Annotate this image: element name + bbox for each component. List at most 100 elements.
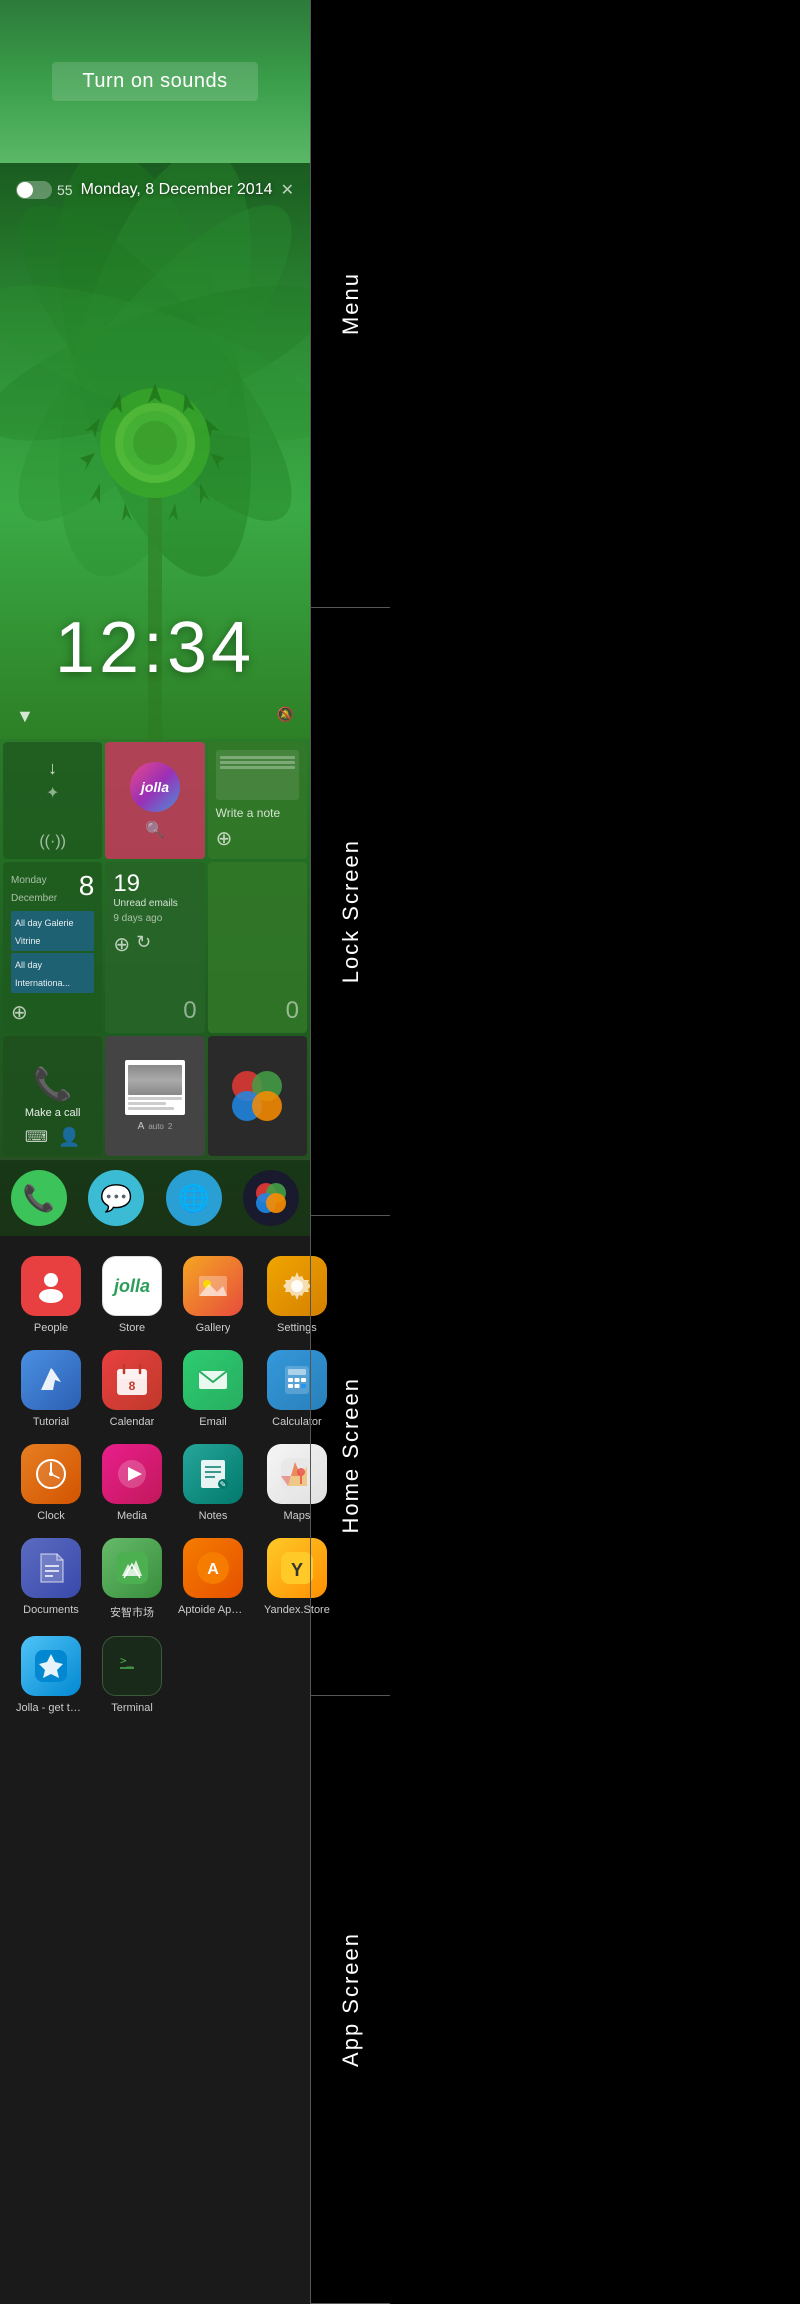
label-lock: Lock Screen [311, 608, 390, 1216]
home-tile-email[interactable]: 19 Unread emails 9 days ago ⊕ ↻ 0 [105, 862, 204, 1033]
home-grid-row2: MondayDecember 8 All day Galerie Vitrine… [0, 862, 310, 1036]
app-name-email: Email [199, 1416, 227, 1428]
app-name-documents: Documents [23, 1604, 79, 1616]
home-screen: ↓ ✦ ((·)) jolla 🔍 [0, 739, 310, 1236]
app-screen: People jolla Store Gallery [0, 1236, 310, 2304]
app-icon-store: jolla [102, 1256, 162, 1316]
home-tile-jolla[interactable]: jolla 🔍 [105, 742, 204, 859]
app-name-maps: Maps [283, 1510, 310, 1522]
menu-banner[interactable]: Turn on sounds [52, 62, 257, 101]
app-item-aptoide[interactable]: A Aptoide Apps... [178, 1538, 248, 1620]
app-icon-jolla [21, 1636, 81, 1696]
email-label: Unread emails [113, 898, 196, 909]
home-tile-notes-count[interactable]: 0 [208, 862, 307, 1033]
app-name-terminal: Terminal [111, 1702, 153, 1714]
svg-text:>_: >_ [120, 1654, 134, 1667]
app-screen-label: App Screen [338, 1932, 364, 2067]
volume-toggle[interactable] [16, 181, 52, 199]
app-name-clock: Clock [37, 1510, 65, 1522]
app-icon-notes: ✎ [183, 1444, 243, 1504]
app-name-calendar: Calendar [110, 1416, 155, 1428]
volume-control[interactable]: 55 [16, 181, 73, 199]
home-tile-camera[interactable] [208, 1036, 307, 1156]
app-item-store[interactable]: jolla Store [102, 1256, 162, 1334]
toggle-knob [17, 182, 33, 198]
calendar-add-icon: ⊕ [11, 1002, 28, 1024]
lock-time-text: 12:34 [0, 607, 310, 689]
home-tile-notes[interactable]: Write a note ⊕ [208, 742, 307, 859]
email-sublabel: 9 days ago [113, 913, 196, 924]
search-icon-tile: 🔍 [145, 822, 165, 839]
app-icon-email [183, 1350, 243, 1410]
contacts-icon: 👤 [58, 1127, 80, 1148]
app-item-jolla[interactable]: Jolla - get to ... [16, 1636, 86, 1714]
app-icon-terminal: >_ [102, 1636, 162, 1696]
app-grid: People jolla Store Gallery [0, 1246, 310, 1724]
label-home: Home Screen [311, 1216, 390, 1696]
app-name-anzhi: 安智市场 [110, 1604, 154, 1620]
signal-icon: ✕ [281, 180, 294, 200]
app-item-gallery[interactable]: Gallery [178, 1256, 248, 1334]
add-note-icon: ⊕ [216, 828, 233, 850]
lock-bottom-icons: ▼ . 🔕 [16, 706, 294, 727]
browser-zoom-value: 2 [168, 1122, 172, 1131]
app-item-notes[interactable]: ✎ Notes [178, 1444, 248, 1522]
svg-text:✎: ✎ [220, 1480, 227, 1489]
phone-icon: 📞 [33, 1065, 73, 1103]
dock-camera[interactable] [243, 1170, 299, 1226]
email-count: 19 [113, 870, 140, 898]
app-icon-aptoide: A [183, 1538, 243, 1598]
app-item-documents[interactable]: Documents [16, 1538, 86, 1620]
home-tile-phone[interactable]: 📞 Make a call ⌨ 👤 [3, 1036, 102, 1156]
make-call-label: Make a call [25, 1107, 81, 1119]
calendar-event-1: All day Galerie Vitrine [11, 911, 94, 951]
app-item-terminal[interactable]: >_ Terminal [102, 1636, 162, 1714]
dock-messages[interactable]: 💬 [88, 1170, 144, 1226]
app-name-notes: Notes [199, 1510, 228, 1522]
email-add-icon: ⊕ [113, 932, 130, 957]
home-tile-arrows[interactable]: ↓ ✦ ((·)) [3, 742, 102, 859]
app-item-anzhi[interactable]: 安智市场 [102, 1538, 162, 1620]
app-icon-tutorial [21, 1350, 81, 1410]
jolla-logo: jolla [130, 762, 180, 812]
app-item-email[interactable]: Email [178, 1350, 248, 1428]
app-name-tutorial: Tutorial [33, 1416, 69, 1428]
home-tile-calendar[interactable]: MondayDecember 8 All day Galerie Vitrine… [3, 862, 102, 1033]
down-arrow-icon: ↓ [48, 758, 57, 779]
dock-phone[interactable]: 📞 [11, 1170, 67, 1226]
lock-date-text: Monday, 8 December 2014 [81, 181, 273, 199]
app-item-clock[interactable]: Clock [16, 1444, 86, 1522]
wifi-icon: ▼ [16, 706, 34, 727]
svg-text:Y: Y [291, 1560, 303, 1580]
app-name-jolla: Jolla - get to ... [16, 1702, 86, 1714]
lock-screen: 55 Monday, 8 December 2014 ✕ 12:34 ▼ . 🔕 [0, 163, 310, 739]
dock-browser[interactable]: 🌐 [166, 1170, 222, 1226]
browser-auto-label: auto [148, 1122, 164, 1131]
app-name-people: People [34, 1322, 68, 1334]
app-item-people[interactable]: People [16, 1256, 86, 1334]
menu-label: Menu [338, 272, 364, 335]
app-name-aptoide: Aptoide Apps... [178, 1604, 248, 1616]
calendar-day-number: 8 [79, 870, 95, 902]
app-name-store: Store [119, 1322, 145, 1334]
lock-screen-label: Lock Screen [338, 839, 364, 983]
volume-value: 55 [57, 182, 73, 198]
notes-count-badge: 0 [286, 997, 299, 1025]
lock-time: 12:34 [0, 607, 310, 689]
home-tile-browser[interactable]: A auto 2 [105, 1036, 204, 1156]
lock-date: Monday, 8 December 2014 [81, 175, 273, 205]
app-icon-anzhi [102, 1538, 162, 1598]
app-item-calendar[interactable]: 8 Calendar [102, 1350, 162, 1428]
lock-top-bar: 55 Monday, 8 December 2014 ✕ [0, 163, 310, 209]
calendar-event-2: All day Internationa... [11, 953, 94, 993]
home-screen-label: Home Screen [338, 1377, 364, 1534]
notes-zero-badge: 0 [183, 997, 196, 1025]
section-labels: Menu Lock Screen Home Screen App Screen [310, 0, 390, 2304]
silent-icon: 🔕 [277, 706, 294, 727]
camera-circle-orange [252, 1091, 282, 1121]
app-item-tutorial[interactable]: Tutorial [16, 1350, 86, 1428]
app-item-media[interactable]: Media [102, 1444, 162, 1522]
label-app: App Screen [311, 1696, 390, 2304]
app-icon-people [21, 1256, 81, 1316]
menu-banner-text: Turn on sounds [82, 70, 227, 92]
